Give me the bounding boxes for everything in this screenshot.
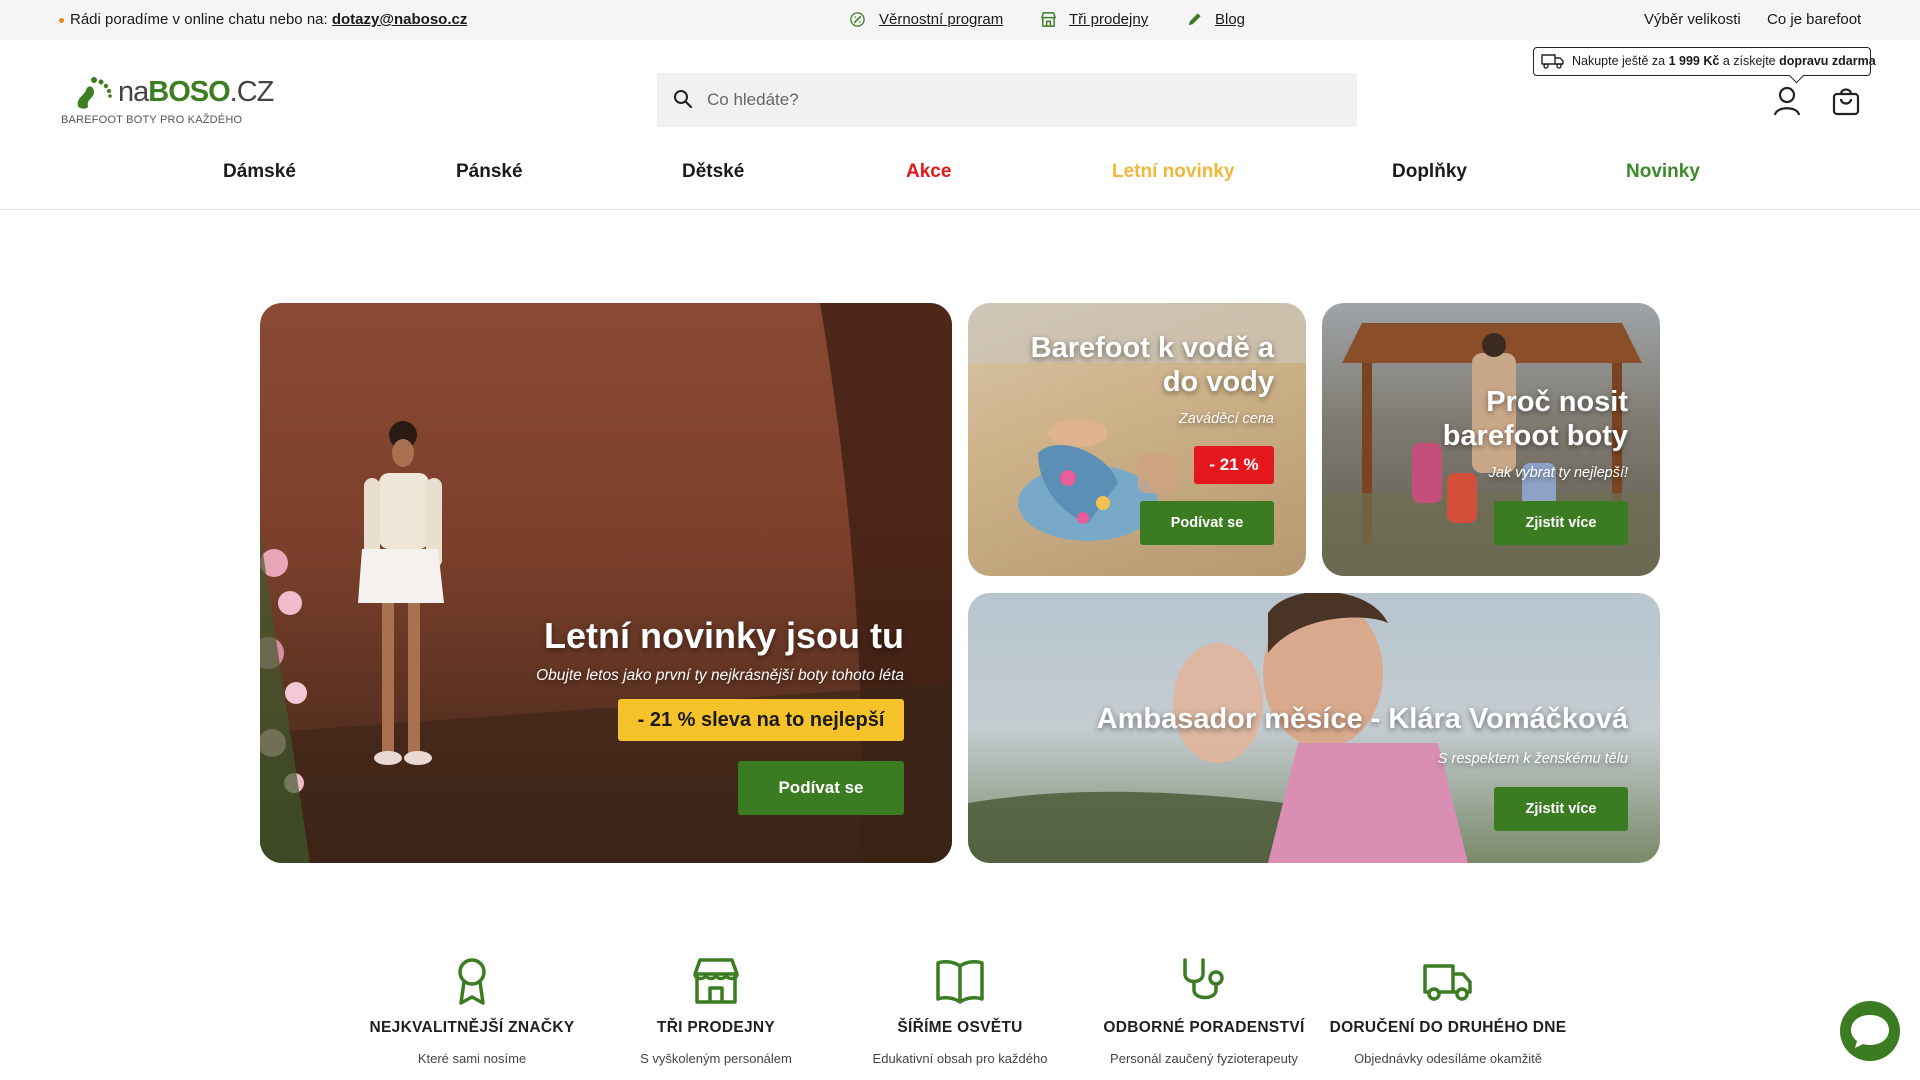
water-banner-subtitle: Zaváděcí cena xyxy=(1178,411,1274,427)
summer-banner-button[interactable]: Podívat se xyxy=(738,761,904,815)
feature-expert-advice: ODBORNÉ PORADENSTVÍ Personál zaučený fyz… xyxy=(1084,956,1324,1066)
shipping-free: dopravu zdarma xyxy=(1779,54,1876,68)
feature-education: ŠÍŘÍME OSVĚTU Edukativní obsah pro každé… xyxy=(840,956,1080,1066)
storefront-icon xyxy=(693,958,739,1004)
nav-item-doplnky[interactable]: Doplňky xyxy=(1392,161,1467,183)
stores-link[interactable]: Tři prodejny xyxy=(1069,11,1148,28)
free-shipping-notice: Nakupte ještě za 1 999 Kč a získejte dop… xyxy=(1533,47,1876,76)
blog-link[interactable]: Blog xyxy=(1215,11,1245,28)
shipping-text-2: a získejte xyxy=(1722,54,1776,68)
shipping-text-1: Nakupte ještě za xyxy=(1572,54,1666,68)
water-title-line-1: Barefoot k vodě a xyxy=(1030,332,1274,364)
water-banner-button[interactable]: Podívat se xyxy=(1140,501,1274,545)
feature-subtitle: Edukativní obsah pro každého xyxy=(872,1051,1048,1066)
ambassador-banner-subtitle: S respektem k ženskému tělu xyxy=(1437,751,1628,767)
help-text: Rádi poradíme v online chatu nebo na: do… xyxy=(59,11,467,28)
why-title-line-1: Proč nosit xyxy=(1486,386,1628,418)
why-banner-title: Proč nosit barefoot boty xyxy=(1443,385,1628,453)
nav-item-detske[interactable]: Dětské xyxy=(682,161,744,183)
feature-title: TŘI PRODEJNY xyxy=(656,1019,776,1036)
logo-wordmark: naBOSO.CZ xyxy=(118,76,274,108)
why-banner-button[interactable]: Zjistit více xyxy=(1494,501,1628,545)
status-dot xyxy=(59,17,64,23)
open-book-icon xyxy=(936,960,984,1004)
user-icon[interactable] xyxy=(1773,86,1801,116)
search-icon[interactable] xyxy=(673,89,693,109)
nav-item-novinky[interactable]: Novinky xyxy=(1626,161,1700,183)
feature-subtitle: S vyškoleným personálem xyxy=(640,1051,792,1066)
help-label: Rádi poradíme v online chatu nebo na: xyxy=(70,11,328,28)
summer-discount-badge: - 21 % sleva na to nejlepší xyxy=(618,699,904,741)
feature-quality-brands: NEJKVALITNĚJŠÍ ZNAČKY Které sami nosíme xyxy=(352,956,592,1066)
pencil-icon xyxy=(1188,13,1201,26)
cart-icon[interactable] xyxy=(1832,86,1860,116)
what-is-barefoot-link[interactable]: Co je barefoot xyxy=(1767,11,1861,28)
main-navigation: Dámské Pánské Dětské Akce Letní novinky … xyxy=(0,150,1920,210)
why-title-line-2: barefoot boty xyxy=(1442,420,1628,452)
nav-item-damske[interactable]: Dámské xyxy=(223,161,296,183)
foot-logo-icon xyxy=(77,77,112,109)
delivery-truck-icon xyxy=(1423,964,1472,1001)
feature-three-stores: TŘI PRODEJNY S vyškoleným personálem xyxy=(596,956,836,1066)
feature-subtitle: Objednávky odesíláme okamžitě xyxy=(1354,1051,1542,1066)
ambassador-banner-button[interactable]: Zjistit více xyxy=(1494,787,1628,831)
stethoscope-icon xyxy=(1183,958,1224,1000)
search-input[interactable] xyxy=(707,73,1337,127)
chat-button[interactable] xyxy=(1840,1001,1900,1061)
top-bar: Rádi poradíme v online chatu nebo na: do… xyxy=(0,0,1920,40)
feature-title: ŠÍŘÍME OSVĚTU xyxy=(897,1019,1023,1036)
nav-item-letni-novinky[interactable]: Letní novinky xyxy=(1112,161,1234,183)
size-guide-link[interactable]: Výběr velikosti xyxy=(1644,11,1741,28)
water-title-line-2: do vody xyxy=(1162,366,1274,398)
feature-next-day-delivery: DORUČENÍ DO DRUHÉHO DNE Objednávky odesí… xyxy=(1328,956,1568,1066)
feature-title: NEJKVALITNĚJŠÍ ZNAČKY xyxy=(369,1019,575,1036)
truck-icon xyxy=(1541,54,1564,69)
site-logo[interactable]: naBOSO.CZ BAREFOOT BOTY PRO KAŽDÉHO xyxy=(60,72,274,130)
logo-tagline: BAREFOOT BOTY PRO KAŽDÉHO xyxy=(61,114,243,126)
why-banner-subtitle: Jak vybrat ty nejlepší! xyxy=(1488,465,1628,481)
summer-banner-title: Letní novinky jsou tu xyxy=(543,615,904,656)
chat-bubble-icon xyxy=(1851,1015,1889,1048)
summer-banner-subtitle: Obujte letos jako první ty nejkrásnější … xyxy=(536,667,904,684)
summer-news-banner[interactable]: Letní novinky jsou tu Obujte letos jako … xyxy=(260,303,952,863)
feature-title: ODBORNÉ PORADENSTVÍ xyxy=(1103,1019,1305,1036)
why-barefoot-banner[interactable]: Proč nosit barefoot boty Jak vybrat ty n… xyxy=(1322,303,1660,576)
feature-subtitle: Které sami nosíme xyxy=(417,1051,527,1066)
water-shoes-banner[interactable]: Barefoot k vodě a do vody Zaváděcí cena … xyxy=(968,303,1306,576)
feature-subtitle: Personál zaučený fyzioterapeuty xyxy=(1110,1051,1298,1066)
ambassador-banner[interactable]: Ambasador měsíce - Klára Vomáčková S res… xyxy=(968,593,1660,863)
award-ribbon-icon xyxy=(458,958,486,1005)
water-discount-badge: - 21 % xyxy=(1194,446,1274,484)
nav-item-panske[interactable]: Pánské xyxy=(456,161,523,183)
shipping-amount: 1 999 Kč xyxy=(1668,54,1720,68)
ambassador-banner-title: Ambasador měsíce - Klára Vomáčková xyxy=(1096,703,1628,735)
feature-title: DORUČENÍ DO DRUHÉHO DNE xyxy=(1329,1019,1567,1036)
search-box[interactable] xyxy=(657,73,1357,127)
email-link[interactable]: dotazy@naboso.cz xyxy=(332,11,467,28)
loyalty-link[interactable]: Věrnostní program xyxy=(879,11,1003,28)
water-banner-title: Barefoot k vodě a do vody xyxy=(1031,331,1274,399)
nav-item-akce[interactable]: Akce xyxy=(906,161,951,183)
store-icon xyxy=(1041,12,1056,27)
loyalty-icon xyxy=(850,12,865,27)
